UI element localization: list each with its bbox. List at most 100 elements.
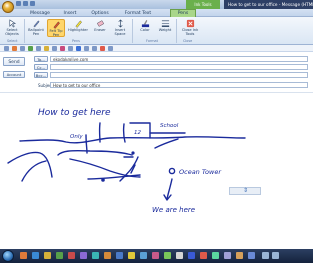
close-icon xyxy=(186,19,194,28)
bcc-button[interactable]: Bcc... xyxy=(34,72,48,78)
tray-icon[interactable] xyxy=(272,252,279,259)
color-swatch-icon xyxy=(141,19,149,28)
ink-drawing[interactable]: How to get here Only 12 School Ocean Tow… xyxy=(0,93,313,250)
taskbar-app-icon[interactable] xyxy=(176,252,183,259)
toolbar-icon[interactable] xyxy=(28,46,33,51)
highlighter-button[interactable]: Highlighter xyxy=(67,19,89,37)
taskbar-app-icon[interactable] xyxy=(20,252,27,259)
toolbar-icon[interactable] xyxy=(52,46,57,51)
subject-field[interactable]: How to get to our office xyxy=(50,82,308,88)
taskbar-app-icon[interactable] xyxy=(164,252,171,259)
save-icon[interactable] xyxy=(16,1,21,6)
toolbar-icon[interactable] xyxy=(20,46,25,51)
to-field[interactable]: ekodak@live.com xyxy=(50,56,308,62)
taskbar-app-icon[interactable] xyxy=(32,252,39,259)
toolbar-icon[interactable] xyxy=(44,46,49,51)
tab-message[interactable]: Message xyxy=(24,10,56,17)
taskbar-app-icon[interactable] xyxy=(188,252,195,259)
send-button[interactable]: Send xyxy=(3,57,25,66)
taskbar-app-icon[interactable] xyxy=(92,252,99,259)
taskbar-app-icon[interactable] xyxy=(128,252,135,259)
insert-space-icon xyxy=(117,19,123,28)
ink-label-12: 12 xyxy=(134,130,141,136)
taskbar-app-icon[interactable] xyxy=(68,252,75,259)
double-arrow-icon: ⇕ xyxy=(243,187,249,194)
felt-tip-pen-button[interactable]: Felt Tip Pen xyxy=(47,19,65,37)
group-label-format: Format xyxy=(146,39,158,43)
ink-dot xyxy=(131,151,135,155)
ink-stroke xyxy=(154,138,179,149)
taskbar-app-icon[interactable] xyxy=(140,252,147,259)
ink-stroke xyxy=(7,151,53,178)
highlighter-label: Highlighter xyxy=(68,28,88,32)
ballpoint-pen-button[interactable]: Ballpoint Pen xyxy=(27,19,45,37)
insert-space-button[interactable]: Insert Space xyxy=(111,19,129,37)
redo-icon[interactable] xyxy=(30,1,35,6)
tab-insert[interactable]: Insert xyxy=(58,10,82,17)
eraser-button[interactable]: Eraser xyxy=(91,19,109,37)
ink-heading: How to get here xyxy=(38,108,111,118)
office-button-icon[interactable] xyxy=(2,1,14,13)
bcc-field[interactable] xyxy=(50,72,308,78)
taskbar-app-icon[interactable] xyxy=(248,252,255,259)
ballpoint-pen-label: Ballpoint Pen xyxy=(28,28,44,36)
line-weight-icon xyxy=(161,20,169,27)
cc-button[interactable]: Cc... xyxy=(34,64,48,70)
ink-label-ocean-tower: Ocean Tower xyxy=(179,168,222,176)
account-button[interactable]: Account xyxy=(3,71,25,78)
start-button[interactable] xyxy=(2,250,14,262)
group-label-select: Select xyxy=(7,39,18,43)
group-separator xyxy=(24,19,25,43)
ink-stroke xyxy=(21,160,47,182)
toolbar-icon[interactable] xyxy=(92,46,97,51)
highlighter-icon xyxy=(75,20,82,28)
select-objects-label: Select Objects xyxy=(5,28,19,36)
cc-field[interactable] xyxy=(50,64,308,70)
color-button[interactable]: Color xyxy=(136,19,154,37)
toolbar-icon[interactable] xyxy=(60,46,65,51)
ink-label-we-are-here: We are here xyxy=(152,206,195,214)
taskbar-app-icon[interactable] xyxy=(104,252,111,259)
toolbar-icon[interactable] xyxy=(4,46,9,51)
toolbar-icon[interactable] xyxy=(36,46,41,51)
color-label: Color xyxy=(140,28,150,32)
formatting-toolbar xyxy=(0,45,313,52)
taskbar-app-icon[interactable] xyxy=(224,252,231,259)
felt-tip-pen-label: Felt Tip Pen xyxy=(49,29,63,37)
ink-stroke xyxy=(57,149,133,156)
toolbar-icon[interactable] xyxy=(100,46,105,51)
toolbar-icon[interactable] xyxy=(68,46,73,51)
group-label-close: Close xyxy=(183,39,193,43)
ink-label-school: School xyxy=(160,123,179,129)
tab-options[interactable]: Options xyxy=(86,10,114,17)
toolbar-icon[interactable] xyxy=(84,46,89,51)
taskbar-app-icon[interactable] xyxy=(56,252,63,259)
select-objects-button[interactable]: Select Objects xyxy=(3,19,21,37)
taskbar-app-icon[interactable] xyxy=(236,252,243,259)
pointer-icon xyxy=(9,19,16,28)
taskbar xyxy=(0,249,313,263)
toolbar-icon[interactable] xyxy=(12,46,17,51)
scroll-handle[interactable]: ⇕ xyxy=(229,187,261,195)
toolbar-icon[interactable] xyxy=(108,46,113,51)
ribbon-tabs: Message Insert Options Format Text Pens xyxy=(0,9,313,17)
tab-format-text[interactable]: Format Text xyxy=(118,10,158,17)
weight-label: Weight xyxy=(158,28,172,32)
taskbar-app-icon[interactable] xyxy=(200,252,207,259)
toolbar-icon[interactable] xyxy=(76,46,81,51)
undo-icon[interactable] xyxy=(23,1,28,6)
group-label-pens: Pens xyxy=(72,39,80,43)
ink-stroke xyxy=(122,123,126,143)
weight-button[interactable]: Weight xyxy=(156,19,174,37)
taskbar-app-icon[interactable] xyxy=(152,252,159,259)
taskbar-app-icon[interactable] xyxy=(116,252,123,259)
taskbar-app-icon[interactable] xyxy=(44,252,51,259)
close-ink-tools-button[interactable]: Close Ink Tools xyxy=(180,19,200,37)
to-button[interactable]: To... xyxy=(34,56,48,62)
ink-dot xyxy=(101,178,105,182)
message-body[interactable]: How to get here Only 12 School Ocean Tow… xyxy=(0,92,313,250)
tab-pens[interactable]: Pens xyxy=(170,9,196,17)
taskbar-app-icon[interactable] xyxy=(80,252,87,259)
tray-icon[interactable] xyxy=(262,252,269,259)
taskbar-app-icon[interactable] xyxy=(212,252,219,259)
